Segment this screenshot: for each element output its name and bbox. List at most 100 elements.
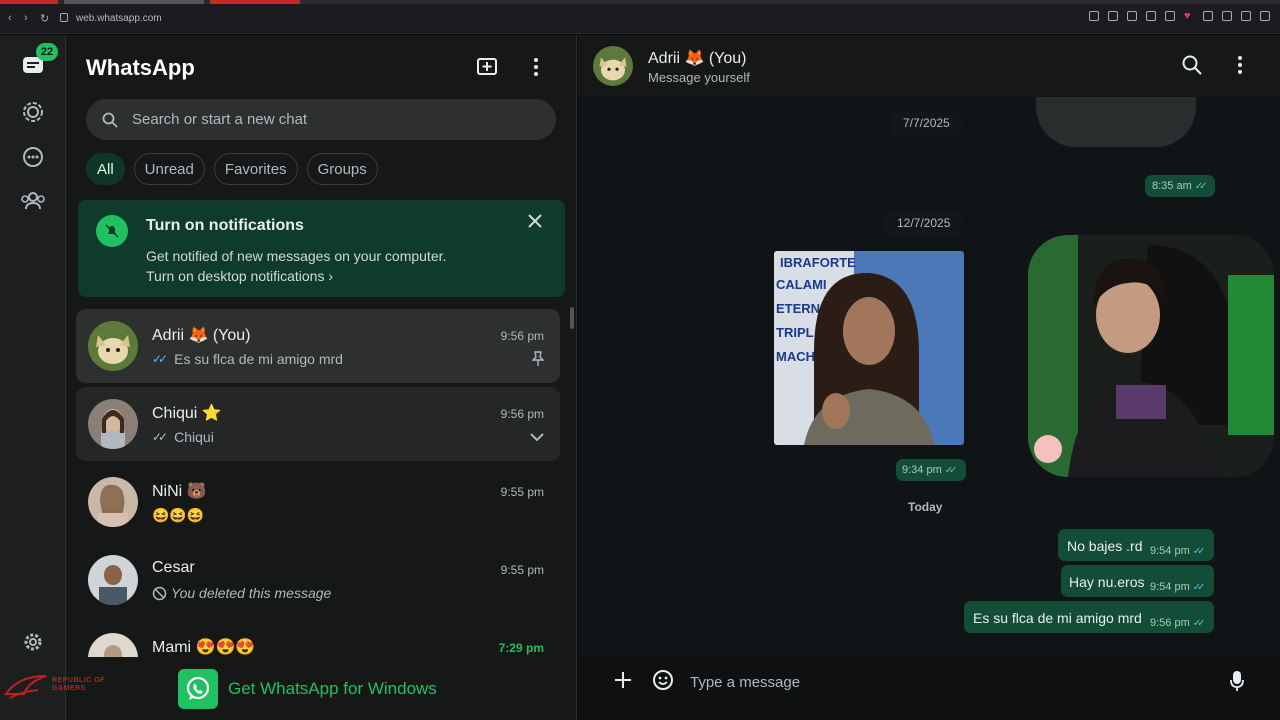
chat-preview: ✓✓ Chiqui (152, 429, 214, 445)
message-text: Hay nu.eros (1069, 574, 1145, 590)
share-icon[interactable] (1222, 11, 1232, 21)
avatar (88, 399, 138, 449)
avatar (88, 555, 138, 605)
conversation-menu-button[interactable] (1236, 55, 1244, 80)
play-icon[interactable] (1165, 11, 1175, 21)
chat-list-clip: Mami 😍😍😍 7:29 pm (76, 621, 560, 657)
image-message[interactable]: IBRAFORTE CALAMI ETERN TRIPL MACHI (774, 251, 964, 445)
message-time: 9:34 pm ✓✓ (902, 464, 958, 476)
rog-logo: REPUBLIC OF GAMERS (4, 672, 134, 704)
browser-tab[interactable] (64, 0, 204, 4)
chat-item[interactable]: Chiqui ⭐ 9:56 pm ✓✓ Chiqui (76, 387, 560, 461)
bell-off-icon (96, 215, 128, 247)
conversation-panel: Adrii 🦊 (You) Message yourself 7/7/2025 … (578, 35, 1280, 720)
rog-brand-text: REPUBLIC OF GAMERS (52, 677, 105, 692)
chat-item[interactable]: Adrii 🦊 (You) 9:56 pm ✓✓ Es su flca de mi… (76, 309, 560, 383)
url-text: web.whatsapp.com (76, 13, 162, 24)
chat-item[interactable]: Cesar 9:55 pm You deleted this message (76, 543, 560, 617)
message-bubble[interactable]: 8:35 am ✓✓ (1145, 175, 1215, 197)
conversation-header[interactable]: Adrii 🦊 (You) Message yourself (578, 35, 1280, 97)
message-bubble[interactable]: No bajes .rd 9:54 pm ✓✓ (1058, 529, 1214, 561)
search-icon (1182, 55, 1202, 75)
read-receipt-icon: ✓✓ (1194, 181, 1208, 192)
whatsapp-logo-icon (178, 669, 218, 709)
search-messages-button[interactable] (1182, 55, 1202, 80)
download-icon[interactable] (1241, 11, 1251, 21)
message-bubble[interactable]: Es su flca de mi amigo mrd 9:56 pm ✓✓ (964, 601, 1214, 633)
contact-name: Adrii 🦊 (You) (648, 50, 747, 67)
svg-text:ETERN: ETERN (776, 301, 820, 316)
menu-button[interactable] (532, 57, 540, 82)
communities-icon (21, 192, 45, 210)
back-icon[interactable]: ‹ (8, 12, 12, 24)
message-bubble[interactable]: Hay nu.eros 9:54 pm ✓✓ (1061, 565, 1214, 597)
message-time-text: 9:54 pm (1150, 545, 1190, 557)
crop-icon[interactable] (1127, 11, 1137, 21)
chat-item[interactable]: Mami 😍😍😍 7:29 pm (76, 621, 560, 657)
pin-icon[interactable] (1108, 11, 1118, 21)
notification-description: Get notified of new messages on your com… (146, 248, 447, 264)
channels-nav-button[interactable] (20, 144, 46, 170)
emoji-button[interactable] (652, 669, 674, 696)
extensions-icon[interactable] (1203, 11, 1213, 21)
date-separator: Today (908, 500, 943, 514)
filter-favorites[interactable]: Favorites (213, 153, 298, 185)
lock-icon (60, 13, 68, 22)
close-notification-button[interactable] (528, 214, 542, 233)
navigation-rail: 22 (0, 35, 66, 720)
get-whatsapp-for-windows-link[interactable]: Get WhatsApp for Windows (178, 669, 437, 709)
message-time-text: 8:35 am (1152, 180, 1192, 192)
browser-menu-icon[interactable] (1260, 11, 1270, 21)
enable-notifications-link[interactable]: Turn on desktop notifications › (146, 268, 333, 284)
shield-icon[interactable] (1146, 11, 1156, 21)
chat-name: Adrii 🦊 (You) (152, 327, 251, 344)
new-chat-icon (477, 58, 497, 75)
search-input[interactable] (132, 111, 512, 128)
chat-preview: 😆😆😆 (152, 507, 204, 524)
filter-unread[interactable]: Unread (133, 153, 205, 185)
read-receipt-icon: ✓✓ (152, 352, 168, 366)
browser-tab[interactable] (0, 0, 58, 4)
search-box[interactable] (86, 99, 556, 140)
read-receipt-icon: ✓✓ (944, 465, 958, 476)
settings-nav-button[interactable] (20, 629, 46, 655)
new-chat-button[interactable] (476, 57, 498, 82)
forward-icon[interactable]: › (24, 12, 28, 24)
chat-name: Cesar (152, 559, 195, 576)
date-separator: 12/7/2025 (885, 211, 963, 235)
deleted-icon (152, 586, 167, 600)
chat-time: 9:55 pm (500, 485, 544, 499)
reload-icon[interactable]: ↻ (40, 12, 49, 25)
browser-tab[interactable] (210, 0, 300, 4)
conversation-scrollbar[interactable] (1272, 99, 1276, 654)
microphone-icon (1230, 671, 1244, 691)
contact-status: Message yourself (648, 70, 750, 85)
message-time: 9:54 pm ✓✓ (1150, 581, 1205, 593)
voice-message-button[interactable] (1230, 670, 1244, 697)
filter-all[interactable]: All (86, 153, 125, 185)
communities-nav-button[interactable] (20, 188, 46, 214)
sticker-icon (653, 670, 673, 690)
chat-item[interactable]: NiNi 🐻 9:55 pm 😆😆😆 (76, 465, 560, 539)
contact-avatar[interactable] (593, 46, 633, 86)
search-icon (102, 112, 118, 128)
message-input[interactable] (690, 669, 1210, 695)
pin-icon (531, 351, 545, 372)
message-time-text: 9:56 pm (1150, 617, 1190, 629)
attach-button[interactable] (614, 671, 632, 694)
chat-name: Chiqui ⭐ (152, 405, 222, 422)
chat-list-scrollbar[interactable] (570, 307, 574, 329)
chevron-down-icon[interactable] (530, 429, 544, 447)
message-time-text: 9:34 pm (902, 464, 942, 476)
tab-strip (0, 0, 1280, 4)
zoom-icon[interactable] (1089, 11, 1099, 21)
previous-message-bubble (1036, 97, 1196, 147)
filter-groups[interactable]: Groups (306, 153, 378, 185)
address-bar[interactable]: web.whatsapp.com (60, 13, 162, 24)
gear-icon (24, 633, 42, 651)
message-bubble[interactable]: 9:34 pm ✓✓ (896, 459, 966, 481)
chat-time: 7:29 pm (498, 641, 544, 655)
heart-icon[interactable]: ♥ (1184, 11, 1194, 22)
status-nav-button[interactable] (20, 99, 46, 125)
chat-time: 9:55 pm (500, 563, 544, 577)
